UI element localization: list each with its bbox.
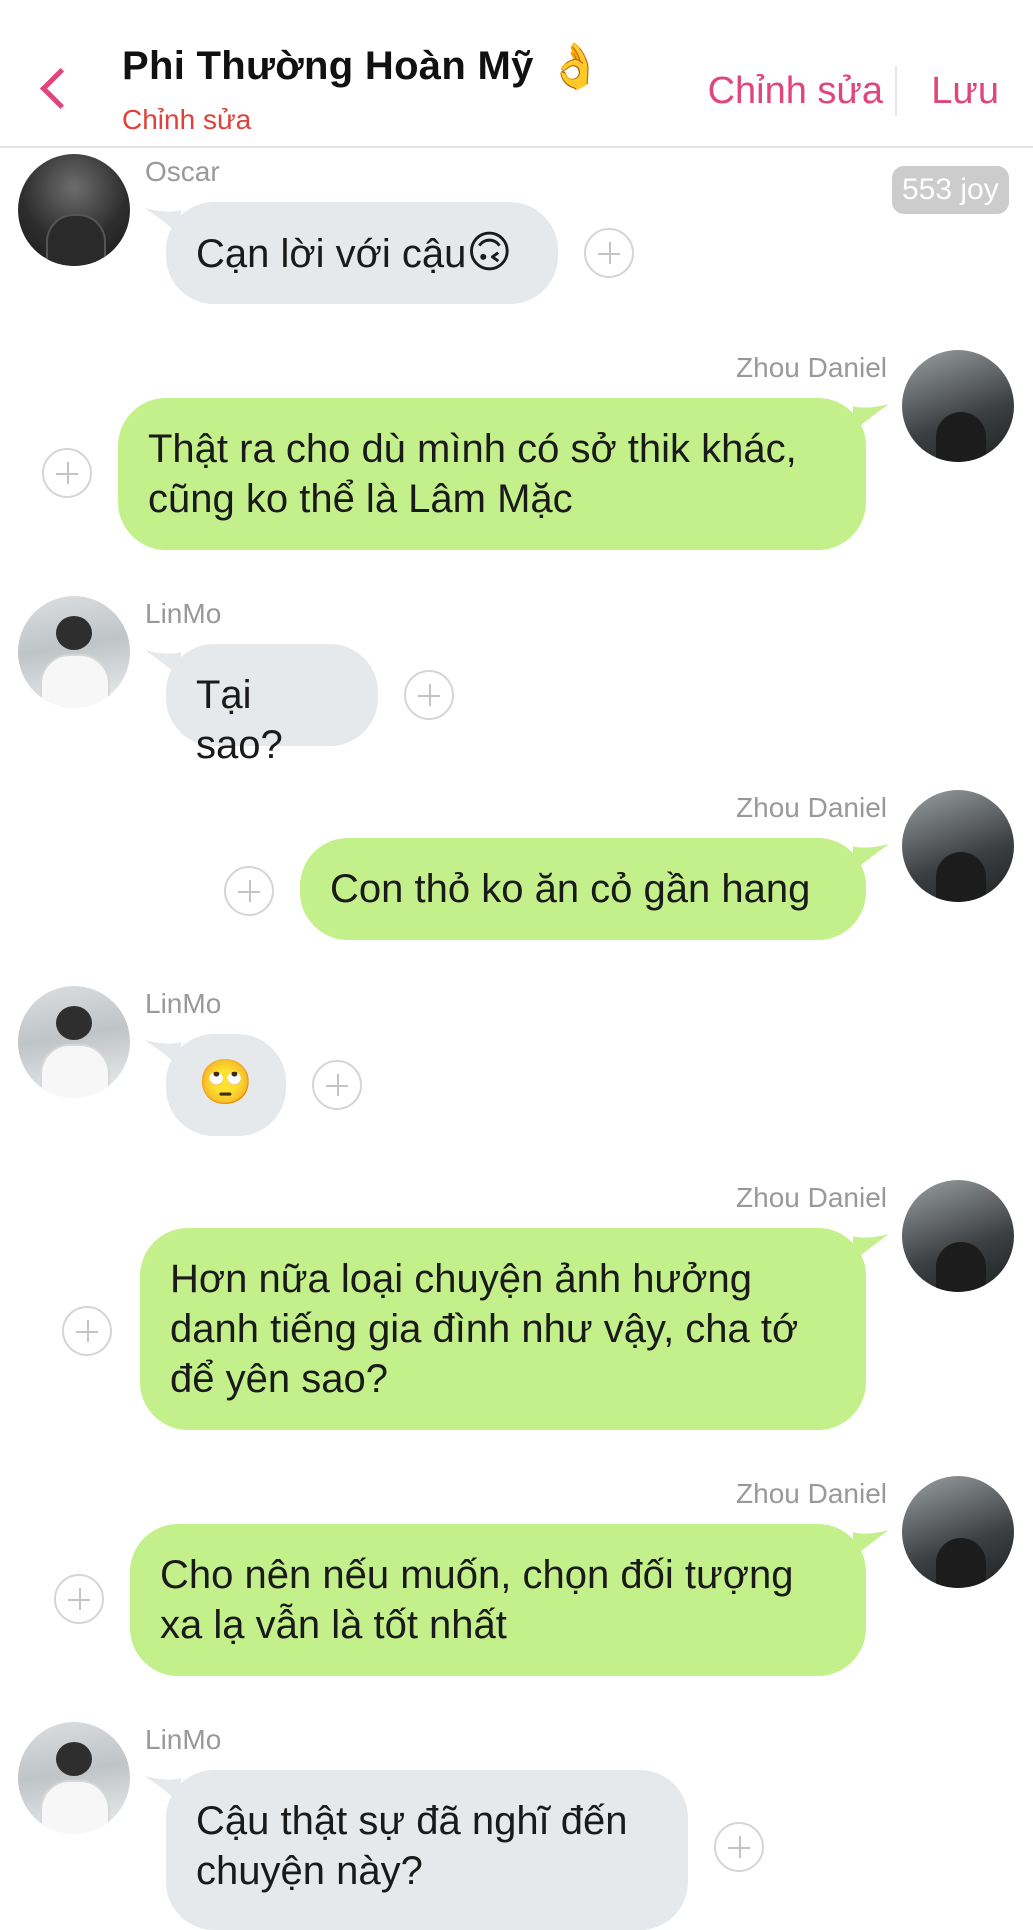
joy-count-badge: 553 joy bbox=[892, 166, 1009, 214]
message-bubble[interactable]: Cạn lời với cậu🙃 bbox=[166, 202, 558, 304]
message-bubble[interactable]: Tại sao? bbox=[166, 644, 378, 767]
message-text: Cạn lời với cậu bbox=[196, 232, 467, 276]
sender-name: Zhou Daniel bbox=[736, 792, 887, 823]
avatar-zhou-daniel[interactable] bbox=[902, 350, 1014, 462]
message-bubble[interactable]: Thật ra cho dù mình có sở thik khác, cũn… bbox=[118, 398, 866, 550]
sender-name: Oscar bbox=[145, 156, 220, 187]
sender-name: Zhou Daniel bbox=[736, 352, 887, 383]
add-reaction-button[interactable] bbox=[224, 866, 274, 916]
header-divider bbox=[895, 66, 897, 116]
avatar-zhou-daniel[interactable] bbox=[902, 790, 1014, 902]
add-reaction-button[interactable] bbox=[584, 228, 634, 278]
sender-name: Zhou Daniel bbox=[736, 1478, 887, 1509]
upside-down-face-emoji-icon: 🙃 bbox=[466, 228, 513, 277]
avatar-linmo[interactable] bbox=[18, 596, 130, 708]
message-bubble[interactable]: Hơn nữa loại chuyện ảnh hưởng danh tiếng… bbox=[140, 1228, 866, 1430]
message-text-line: chuyện này? bbox=[196, 1849, 423, 1893]
save-button[interactable]: Lưu bbox=[931, 70, 999, 113]
avatar-linmo[interactable] bbox=[18, 1722, 130, 1834]
sender-name: LinMo bbox=[145, 988, 222, 1019]
chat-subtitle[interactable]: Chỉnh sửa bbox=[122, 104, 251, 136]
message-text-line: Thật ra cho dù mình có sở thik khác, bbox=[148, 427, 797, 471]
avatar-linmo[interactable] bbox=[18, 986, 130, 1098]
sender-name: LinMo bbox=[145, 1724, 222, 1755]
eye-roll-emoji-icon: 🙄 bbox=[198, 1058, 253, 1107]
chat-title: Phi Thường Hoàn Mỹ bbox=[122, 44, 534, 88]
message-text-line: Hơn nữa loại chuyện ảnh hưởng bbox=[170, 1257, 752, 1301]
message-text: Con thỏ ko ăn cỏ gần hang bbox=[330, 867, 811, 911]
add-reaction-button[interactable] bbox=[54, 1574, 104, 1624]
message-bubble[interactable]: Cho nên nếu muốn, chọn đối tượng xa lạ v… bbox=[130, 1524, 866, 1676]
message-bubble[interactable]: Cậu thật sự đã nghĩ đến chuyện này? bbox=[166, 1770, 688, 1930]
avatar-zhou-daniel[interactable] bbox=[902, 1476, 1014, 1588]
message-text: Tại sao? bbox=[196, 673, 283, 767]
message-text-line: Cậu thật sự đã nghĩ đến bbox=[196, 1799, 628, 1843]
edit-button[interactable]: Chỉnh sửa bbox=[708, 70, 883, 113]
avatar-oscar[interactable] bbox=[18, 154, 130, 266]
avatar-zhou-daniel[interactable] bbox=[902, 1180, 1014, 1292]
message-bubble[interactable]: 🙄 bbox=[166, 1034, 286, 1136]
message-text-line: xa lạ vẫn là tốt nhất bbox=[160, 1603, 507, 1647]
add-reaction-button[interactable] bbox=[404, 670, 454, 720]
sender-name: Zhou Daniel bbox=[736, 1182, 887, 1213]
message-text-line: danh tiếng gia đình như vậy, cha tớ bbox=[170, 1307, 799, 1351]
back-chevron-icon[interactable] bbox=[36, 64, 76, 118]
message-text-line: cũng ko thể là Lâm Mặc bbox=[148, 477, 573, 521]
message-text-line: để yên sao? bbox=[170, 1357, 388, 1401]
title-row: Phi Thường Hoàn Mỹ 👌 bbox=[122, 44, 602, 89]
message-text-line: Cho nên nếu muốn, chọn đối tượng bbox=[160, 1553, 794, 1597]
add-reaction-button[interactable] bbox=[312, 1060, 362, 1110]
message-bubble[interactable]: Con thỏ ko ăn cỏ gần hang bbox=[300, 838, 866, 940]
chat-header: Phi Thường Hoàn Mỹ 👌 Chỉnh sửa Chỉnh sửa… bbox=[0, 0, 1033, 148]
add-reaction-button[interactable] bbox=[714, 1822, 764, 1872]
add-reaction-button[interactable] bbox=[42, 448, 92, 498]
sender-name: LinMo bbox=[145, 598, 222, 629]
ok-hand-emoji-icon: 👌 bbox=[547, 41, 603, 91]
add-reaction-button[interactable] bbox=[62, 1306, 112, 1356]
